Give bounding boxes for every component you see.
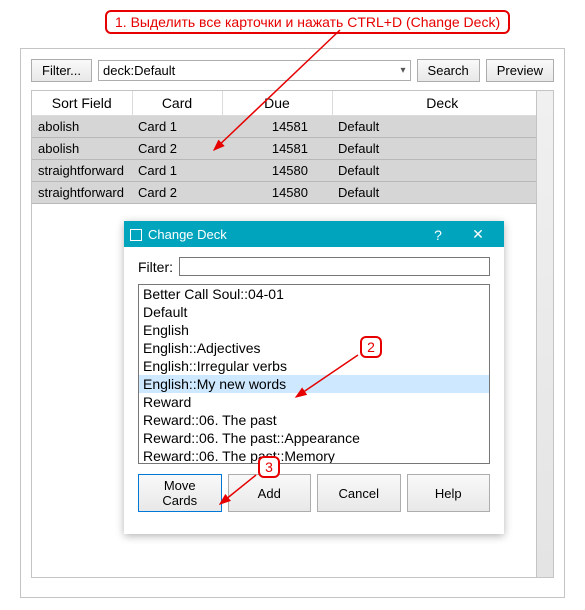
- deck-list-item[interactable]: Reward::06. The past: [139, 411, 489, 429]
- cell-sort: abolish: [32, 138, 132, 160]
- dialog-titlebar: Change Deck ? ✕: [124, 222, 504, 247]
- cell-card: Card 1: [132, 160, 222, 182]
- cell-due: 14581: [222, 116, 332, 138]
- cell-card: Card 2: [132, 138, 222, 160]
- deck-list-item[interactable]: English::Adjectives: [139, 339, 489, 357]
- cell-card: Card 2: [132, 182, 222, 204]
- cell-deck: Default: [332, 182, 553, 204]
- cell-deck: Default: [332, 160, 553, 182]
- window-icon: [130, 229, 142, 241]
- deck-list-item[interactable]: Reward: [139, 393, 489, 411]
- cell-card: Card 1: [132, 116, 222, 138]
- move-cards-button[interactable]: Move Cards: [138, 474, 222, 512]
- col-card[interactable]: Card: [132, 91, 222, 116]
- annotation-step3: 3: [258, 456, 280, 478]
- deck-list[interactable]: Better Call Soul::04-01DefaultEnglishEng…: [138, 284, 490, 464]
- change-deck-dialog: Change Deck ? ✕ Filter: Better Call Soul…: [124, 221, 504, 534]
- search-input[interactable]: deck:Default ▾: [98, 60, 411, 81]
- deck-list-item[interactable]: Default: [139, 303, 489, 321]
- help-button[interactable]: Help: [407, 474, 491, 512]
- cell-sort: abolish: [32, 116, 132, 138]
- cell-deck: Default: [332, 116, 553, 138]
- table-row[interactable]: abolishCard 114581Default: [32, 116, 553, 138]
- deck-list-item[interactable]: English::My new words: [139, 375, 489, 393]
- table-row[interactable]: straightforwardCard 214580Default: [32, 182, 553, 204]
- table-row[interactable]: abolishCard 214581Default: [32, 138, 553, 160]
- search-button[interactable]: Search: [417, 59, 480, 82]
- filter-button[interactable]: Filter...: [31, 59, 92, 82]
- col-due[interactable]: Due: [222, 91, 332, 116]
- col-deck[interactable]: Deck: [332, 91, 553, 116]
- cell-sort: straightforward: [32, 182, 132, 204]
- chevron-down-icon[interactable]: ▾: [401, 65, 406, 76]
- cell-due: 14580: [222, 160, 332, 182]
- toolbar: Filter... deck:Default ▾ Search Preview: [31, 59, 554, 82]
- annotation-step2: 2: [360, 336, 382, 358]
- dialog-filter-input[interactable]: [179, 257, 490, 276]
- preview-button[interactable]: Preview: [486, 59, 554, 82]
- col-sort-field[interactable]: Sort Field: [32, 91, 132, 116]
- deck-list-item[interactable]: English::Irregular verbs: [139, 357, 489, 375]
- dialog-help-button[interactable]: ?: [418, 227, 458, 243]
- deck-list-item[interactable]: Reward::06. The past::Appearance: [139, 429, 489, 447]
- table-row[interactable]: straightforwardCard 114580Default: [32, 160, 553, 182]
- deck-list-item[interactable]: Better Call Soul::04-01: [139, 285, 489, 303]
- dialog-filter-label: Filter:: [138, 259, 173, 275]
- cell-due: 14581: [222, 138, 332, 160]
- cell-sort: straightforward: [32, 160, 132, 182]
- close-icon[interactable]: ✕: [458, 226, 498, 243]
- cancel-button[interactable]: Cancel: [317, 474, 401, 512]
- cell-deck: Default: [332, 138, 553, 160]
- search-value: deck:Default: [103, 63, 175, 78]
- dialog-title: Change Deck: [148, 227, 227, 242]
- add-button[interactable]: Add: [228, 474, 312, 512]
- cell-due: 14580: [222, 182, 332, 204]
- deck-list-item[interactable]: English: [139, 321, 489, 339]
- deck-list-item[interactable]: Reward::06. The past::Memory: [139, 447, 489, 464]
- annotation-step1: 1. Выделить все карточки и нажать CTRL+D…: [105, 10, 510, 34]
